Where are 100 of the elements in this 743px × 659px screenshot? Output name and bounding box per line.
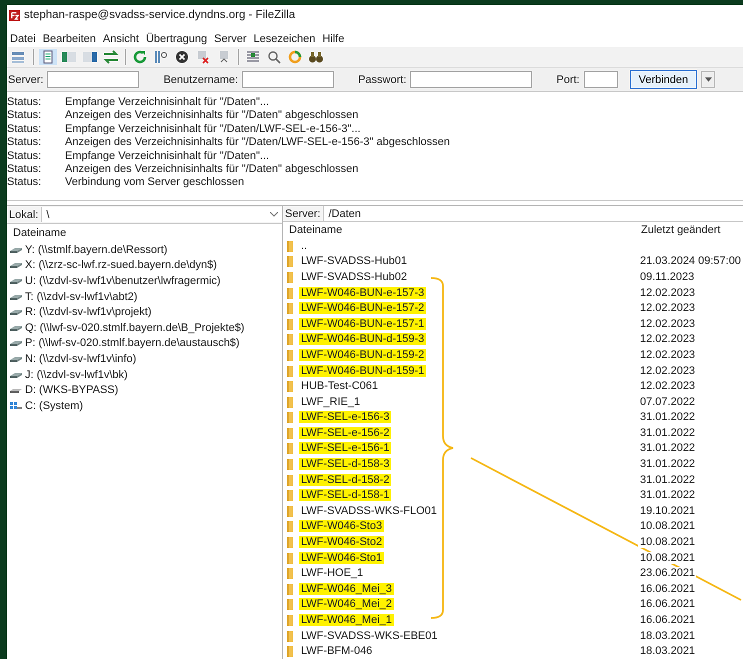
column-header[interactable]: Dateiname [13, 227, 66, 239]
port-field[interactable] [584, 71, 618, 88]
drive-name[interactable]: Y: (\\stmlf.bayern.de\Ressort) [25, 244, 168, 256]
folder-name[interactable]: LWF-W046-BUN-d-159-1 [299, 364, 426, 377]
folder-name[interactable]: LWF-SEL-d-158-1 [299, 489, 392, 502]
folder-icon [286, 536, 294, 548]
folder-name[interactable]: LWF-SVADSS-Hub01 [299, 255, 409, 268]
folder-name[interactable]: LWF-SEL-d-158-2 [299, 474, 392, 486]
folder-name[interactable]: LWF-SVADSS-WKS-EBE01 [299, 630, 440, 642]
folder-icon [286, 582, 294, 595]
menu-item[interactable]: Datei [10, 33, 36, 45]
folder-icon [286, 348, 294, 361]
modified-date: 18.03.2021 [638, 630, 696, 642]
log-message: Empfange Verzeichnisinhalt für "/Daten"... [65, 96, 270, 110]
username-field[interactable] [242, 71, 334, 88]
drive-name[interactable]: D: (WKS-BYPASS) [25, 384, 118, 396]
folder-name[interactable]: LWF-SEL-e-156-2 [299, 426, 392, 439]
folder-name[interactable]: LWF-W046-BUN-d-159-2 [299, 348, 426, 361]
tree-panel-icon[interactable] [81, 49, 99, 65]
modified-date: 12.02.2023 [638, 380, 696, 392]
folder-icon [286, 411, 294, 424]
folder-icon [286, 380, 294, 392]
drive-name[interactable]: N: (\\zdvl-sv-lwf1v\info) [25, 352, 136, 365]
column-header[interactable]: Dateiname [289, 224, 639, 236]
modified-date: 10.08.2021 [638, 552, 696, 564]
modified-date: 12.02.2023 [638, 318, 696, 330]
folder-icon [286, 364, 294, 377]
folder-name[interactable]: LWF-SEL-e-156-1 [299, 442, 392, 454]
local-path-field[interactable]: \ [41, 207, 282, 222]
folder-name[interactable]: LWF-W046_Mei_1 [299, 614, 394, 626]
log-label: Status: [7, 162, 42, 176]
drive-name[interactable]: P: (\\lwf-sv-020.stmlf.bayern.de\austausch$) [25, 337, 240, 350]
log-message: Anzeigen des Verzeichnisinhalts für "/Daten" abgeschlossen [65, 109, 358, 123]
folder-icon [286, 426, 294, 439]
folder-icon [286, 520, 294, 532]
folder-name[interactable]: LWF-W046-Sto1 [299, 552, 384, 564]
drive-name[interactable]: R: (\\zdvl-sv-lwf1v\projekt) [25, 306, 152, 318]
modified-date: 12.02.2023 [638, 348, 696, 361]
system-drive-icon [9, 400, 23, 411]
folder-name[interactable]: LWF-W046-Sto3 [299, 520, 384, 532]
folder-name[interactable]: LWF-W046_Mei_2 [299, 598, 394, 610]
modified-date: 07.07.2022 [638, 396, 696, 408]
folder-icon [286, 504, 294, 517]
log-message: Verbindung vom Server geschlossen [65, 176, 244, 190]
modified-date: 09.11.2023 [638, 270, 696, 283]
caret-icon [704, 77, 712, 82]
menu-item[interactable]: Server [214, 33, 247, 45]
cancel-icon[interactable] [173, 49, 191, 65]
modified-date: 12.02.2023 [638, 333, 696, 346]
sync-browse-icon[interactable] [286, 49, 304, 65]
drive-name[interactable]: J: (\\zdvl-sv-lwf1v\bk) [25, 368, 128, 381]
app-logo-icon [9, 10, 20, 20]
connect-button[interactable]: Verbinden [630, 70, 698, 89]
folder-name[interactable]: LWF-W046-BUN-d-159-3 [299, 333, 426, 346]
folder-name[interactable]: LWF-SEL-d-158-3 [299, 458, 392, 470]
log-message: Anzeigen des Verzeichnisinhalts für "/Daten/LWF-SEL-e-156-3" abgeschlossen [65, 136, 450, 150]
username-label: Benutzername: [163, 74, 238, 86]
column-header[interactable]: Zuletzt geändert [639, 224, 743, 236]
folder-name[interactable]: LWF-W046-Sto2 [299, 536, 384, 548]
menu-item[interactable]: Hilfe [322, 33, 344, 45]
binoculars-icon[interactable] [307, 49, 325, 65]
tree-panel-icon[interactable] [60, 49, 78, 65]
folder-name[interactable]: LWF-SVADSS-Hub02 [299, 270, 409, 283]
drive-name[interactable]: T: (\\zdvl-sv-lwf1v\abt2) [25, 290, 138, 303]
drive-name[interactable]: Q: (\\lwf-sv-020.stmlf.bayern.de\B_Projekte$) [25, 322, 244, 334]
folder-name[interactable]: LWF-W046_Mei_3 [299, 582, 394, 595]
folder-name[interactable]: LWF-W046-BUN-e-157-3 [299, 286, 426, 299]
server-field[interactable] [47, 71, 140, 88]
folder-name[interactable]: LWF-HOE_1 [299, 567, 366, 580]
drive-name[interactable]: X: (\\zrz-sc-lwf.rz-sued.bayern.de\dyn$) [25, 259, 217, 272]
password-field[interactable] [410, 71, 532, 88]
folder-name[interactable]: .. [299, 240, 310, 252]
menu-item[interactable]: Lesezeichen [254, 33, 316, 45]
folder-icon [286, 474, 294, 486]
transfer-arrows-icon[interactable] [102, 49, 120, 65]
folder-name[interactable]: LWF-BFM-046 [299, 645, 374, 658]
menu-item[interactable]: Ansicht [102, 33, 139, 45]
folder-name[interactable]: HUB-Test-C061 [299, 380, 380, 392]
menu-item[interactable]: Übertragung [146, 33, 208, 45]
folder-name[interactable]: LWF-W046-BUN-e-157-2 [299, 302, 426, 314]
folder-icon [286, 552, 294, 564]
folder-icon [286, 614, 294, 626]
folder-name[interactable]: LWF-SVADSS-WKS-FLO01 [299, 504, 439, 517]
folder-icon [286, 598, 294, 610]
drive-name[interactable]: C: (System) [25, 400, 84, 412]
dropdown-button[interactable] [701, 71, 716, 88]
modified-date: 31.01.2022 [638, 442, 696, 454]
menu-item[interactable]: Bearbeiten [42, 33, 96, 45]
drive-name[interactable]: U: (\\zdvl-sv-lwf1v\benutzer\lwfragermic) [25, 274, 221, 287]
log-message: Anzeigen des Verzeichnisinhalts für "/Daten" abgeschlossen [65, 162, 358, 176]
remote-path-field[interactable]: /Daten [323, 206, 743, 222]
folder-name[interactable]: LWF-W046-BUN-e-157-1 [299, 318, 426, 330]
folder-name[interactable]: LWF-SEL-e-156-3 [299, 411, 392, 424]
log-label: Status: [7, 176, 42, 190]
refresh-icon[interactable] [131, 49, 149, 65]
modified-date: 12.02.2023 [638, 364, 696, 377]
modified-date: 31.01.2022 [638, 411, 696, 424]
log-icon[interactable] [39, 49, 57, 65]
log-message: Empfange Verzeichnisinhalt für "/Daten"... [65, 150, 270, 163]
folder-name[interactable]: LWF_RIE_1 [299, 396, 362, 408]
